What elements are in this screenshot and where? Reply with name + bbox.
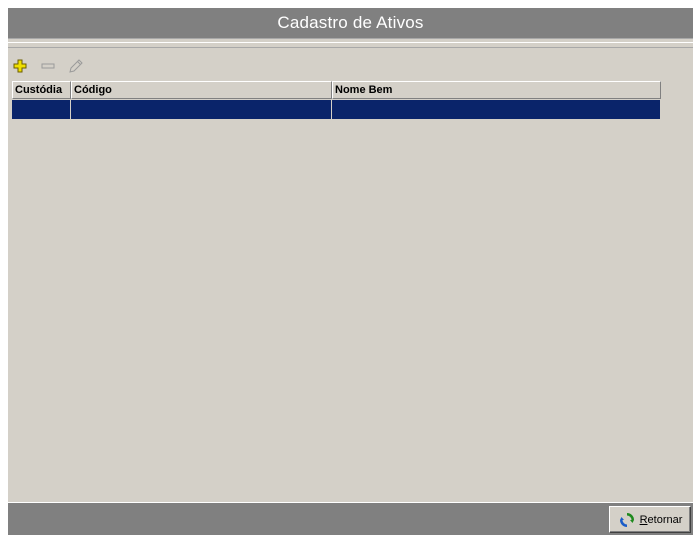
cell-nome-bem[interactable] [332,100,661,119]
edit-button[interactable] [68,58,84,74]
remove-button[interactable] [40,58,56,74]
toolbar [12,58,84,74]
cell-codigo[interactable] [71,100,332,119]
grid-header: Custódia Código Nome Bem [12,81,661,99]
refresh-icon [619,512,634,527]
return-button[interactable]: Retornar [609,506,691,533]
return-button-label: Retornar [639,513,683,526]
assets-grid[interactable]: Custódia Código Nome Bem [12,81,661,120]
pencil-icon [69,59,83,73]
form-frame: Cadastro de Ativos Custódia Código Nome … [8,8,693,535]
cell-custodia[interactable] [12,100,71,119]
app-window: Cadastro de Ativos Custódia Código Nome … [0,0,693,535]
minus-icon [41,63,55,69]
add-button[interactable] [12,58,28,74]
footer-bar: Retornar [8,502,693,535]
window-title: Cadastro de Ativos [277,13,424,32]
column-header-nome-bem[interactable]: Nome Bem [332,81,661,99]
title-bar: Cadastro de Ativos [8,8,693,39]
column-header-custodia[interactable]: Custódia [12,81,71,99]
table-row[interactable] [12,100,661,119]
column-header-codigo[interactable]: Código [71,81,332,99]
plus-icon [13,59,27,73]
title-separator [8,42,693,48]
